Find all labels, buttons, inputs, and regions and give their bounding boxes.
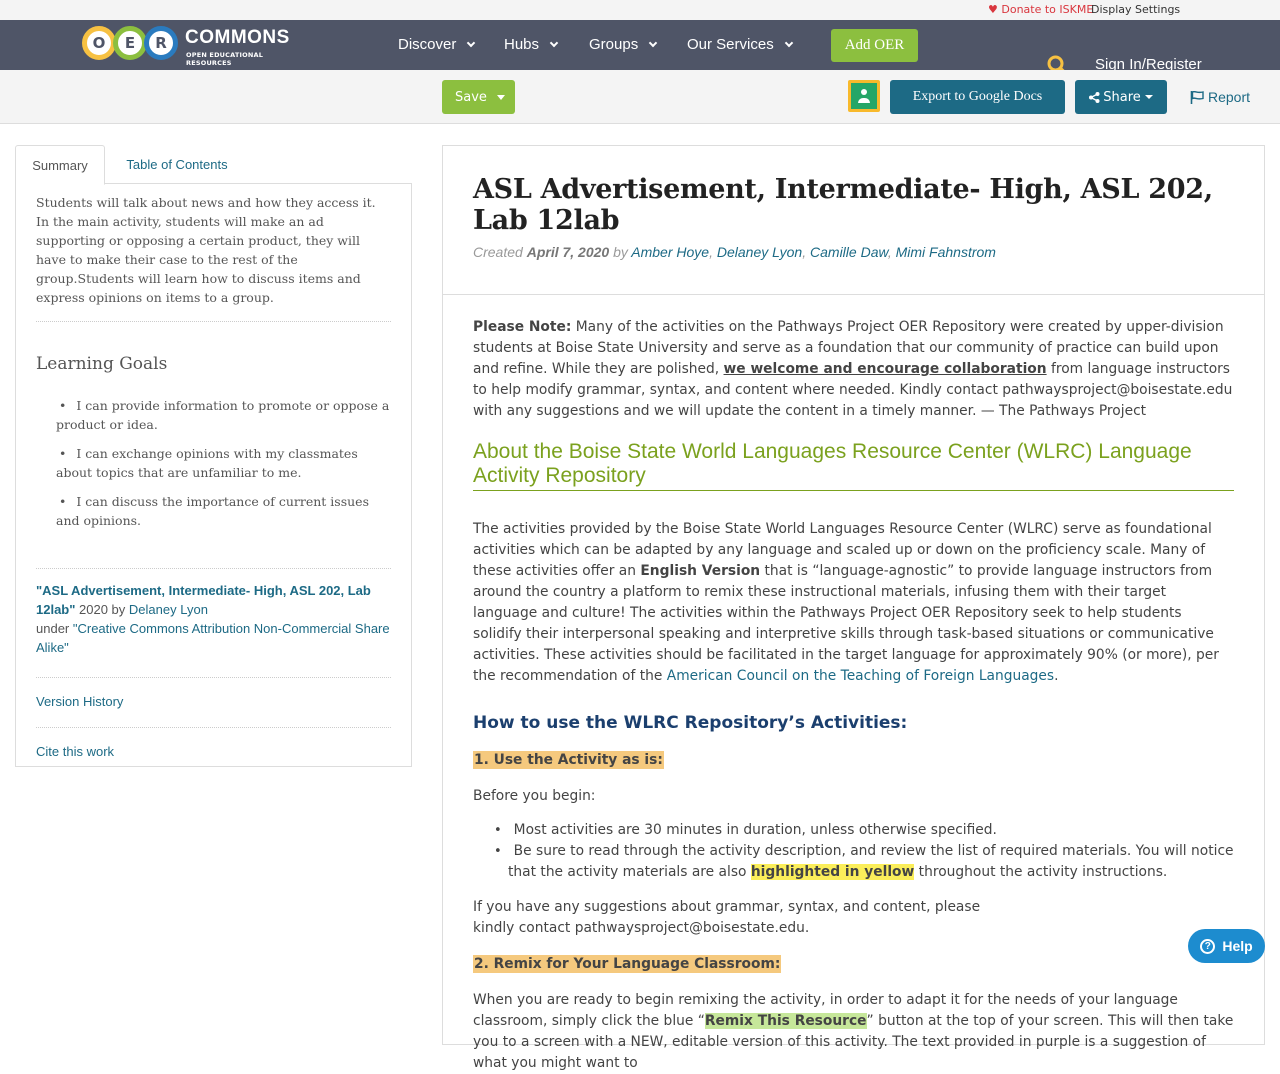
cite-this-work-link[interactable]: Cite this work: [36, 744, 391, 777]
created-date: April 7, 2020: [526, 244, 610, 260]
about-end: .: [1054, 668, 1059, 684]
help-button[interactable]: ? Help: [1188, 929, 1265, 963]
sidebar-tabs: Summary Table of Contents: [15, 145, 412, 185]
about-heading: About the Boise State World Languages Re…: [473, 440, 1234, 491]
nav-discover-label: Discover: [398, 36, 457, 53]
attribution: "ASL Advertisement, Intermediate- High, …: [36, 581, 391, 678]
attribution-author-link[interactable]: Delaney Lyon: [129, 602, 208, 617]
share-icon: [1089, 91, 1100, 103]
resource-title: ASL Advertisement, Intermediate- High, A…: [473, 174, 1213, 236]
display-settings-link[interactable]: Display Settings: [1091, 3, 1180, 16]
google-classroom-icon[interactable]: [848, 80, 880, 112]
main-navbar: O E R COMMONS OPEN EDUCATIONAL RESOURCES…: [0, 20, 1280, 76]
nav-services-label: Our Services: [687, 36, 774, 53]
how-to-heading: How to use the WLRC Repository’s Activit…: [473, 713, 908, 733]
collaboration-link[interactable]: we welcome and encourage collaboration: [724, 361, 1047, 377]
logo-letter-r: R: [144, 26, 178, 60]
share-dropdown-button[interactable]: Share: [1075, 80, 1167, 114]
nav-groups-label: Groups: [589, 36, 639, 53]
learning-goal-item: I can discuss the importance of current …: [56, 492, 391, 530]
heart-icon: ♥: [988, 3, 998, 16]
add-oer-button[interactable]: Add OER: [831, 29, 918, 62]
author-link[interactable]: Camille Daw: [810, 244, 888, 260]
nav-our-services[interactable]: Our Services: [687, 36, 793, 53]
about-paragraph: The activities provided by the Boise Sta…: [473, 519, 1234, 687]
resource-action-bar: Save Export to Google Docs Share Report: [0, 70, 1280, 124]
resource-main-panel: ASL Advertisement, Intermediate- High, A…: [442, 145, 1265, 1071]
attribution-under: under: [36, 621, 73, 636]
report-label: Report: [1208, 89, 1251, 105]
tab-summary[interactable]: Summary: [15, 145, 105, 185]
question-icon: ?: [1200, 938, 1216, 954]
share-label: Share: [1103, 89, 1141, 105]
oer-commons-logo[interactable]: O E R COMMONS OPEN EDUCATIONAL RESOURCES: [82, 26, 292, 67]
attribution-year: 2020 by: [75, 602, 129, 617]
step-1-heading: 1. Use the Activity as is:: [473, 751, 664, 769]
license-link[interactable]: "Creative Commons Attribution Non-Commer…: [36, 621, 390, 655]
author-link[interactable]: Amber Hoye: [631, 244, 709, 260]
utility-bar: ♥ Donate to ISKME Display Settings: [0, 0, 1280, 20]
nav-hubs[interactable]: Hubs: [504, 36, 559, 53]
highlighted-yellow: highlighted in yellow: [750, 864, 915, 880]
by-label: by: [613, 244, 628, 260]
donate-label: Donate to ISKME: [1001, 3, 1094, 16]
remix-highlight: Remix This Resource: [704, 1013, 867, 1029]
chevron-down-icon: [549, 38, 559, 47]
learning-goals-heading: Learning Goals: [36, 354, 168, 374]
suggestions-paragraph: If you have any suggestions about gramma…: [473, 899, 981, 936]
version-history-link[interactable]: Version History: [36, 694, 391, 728]
chevron-down-icon: [784, 38, 793, 47]
step-1-paragraph: 1. Use the Activity as is:: [473, 750, 1234, 771]
help-label: Help: [1222, 938, 1253, 954]
remix-paragraph: When you are ready to begin remixing the…: [473, 990, 1234, 1074]
save-label: Save: [455, 89, 487, 105]
report-link[interactable]: Report: [1190, 89, 1250, 105]
chevron-down-icon: [467, 38, 476, 47]
logo-letter-o: O: [82, 26, 116, 60]
tab-table-of-contents[interactable]: Table of Contents: [123, 145, 231, 184]
export-google-docs-button[interactable]: Export to Google Docs: [890, 80, 1065, 114]
author-link[interactable]: Delaney Lyon: [717, 244, 802, 260]
caret-down-icon: [1144, 95, 1153, 99]
list-item: Most activities are 30 minutes in durati…: [494, 820, 1234, 841]
learning-goal-item: I can provide information to promote or …: [56, 396, 391, 434]
actfl-link[interactable]: American Council on the Teaching of Fore…: [667, 668, 1054, 684]
caret-down-icon: [496, 94, 505, 100]
logo-word: COMMONS: [185, 27, 290, 48]
bullet-text: throughout the activity instructions.: [914, 864, 1168, 880]
before-you-begin: Before you begin:: [473, 788, 596, 804]
nav-discover[interactable]: Discover: [398, 36, 476, 53]
about-bold: English Version: [640, 563, 761, 579]
note-label: Please Note:: [473, 319, 572, 335]
nav-groups[interactable]: Groups: [589, 36, 658, 53]
chevron-down-icon: [648, 38, 658, 47]
logo-subtitle: OPEN EDUCATIONAL RESOURCES: [186, 51, 264, 67]
save-dropdown-button[interactable]: Save: [442, 80, 515, 114]
resource-content: Please Note: Many of the activities on t…: [443, 295, 1264, 1074]
learning-goal-item: I can exchange opinions with my classmat…: [56, 444, 391, 482]
learning-goals-list: I can provide information to promote or …: [36, 396, 391, 569]
created-label: Created: [473, 244, 523, 260]
resource-header: ASL Advertisement, Intermediate- High, A…: [443, 146, 1264, 295]
before-list: Most activities are 30 minutes in durati…: [494, 820, 1234, 883]
resource-meta: Created April 7, 2020 by Amber Hoye, Del…: [473, 244, 996, 260]
step-2-paragraph: 2. Remix for Your Language Classroom:: [473, 954, 1234, 975]
summary-text: Students will talk about news and how th…: [36, 193, 391, 322]
donate-link[interactable]: ♥ Donate to ISKME: [988, 3, 1093, 16]
nav-hubs-label: Hubs: [504, 36, 540, 53]
summary-panel: Students will talk about news and how th…: [15, 183, 412, 767]
logo-letter-e: E: [113, 26, 147, 60]
list-item: Be sure to read through the activity des…: [494, 841, 1234, 883]
flag-icon: [1190, 90, 1204, 104]
please-note-paragraph: Please Note: Many of the activities on t…: [473, 317, 1234, 422]
step-2-heading: 2. Remix for Your Language Classroom:: [473, 955, 782, 973]
about-text: that is “language-agnostic” to provide l…: [473, 563, 1219, 684]
author-link[interactable]: Mimi Fahnstrom: [896, 244, 996, 260]
